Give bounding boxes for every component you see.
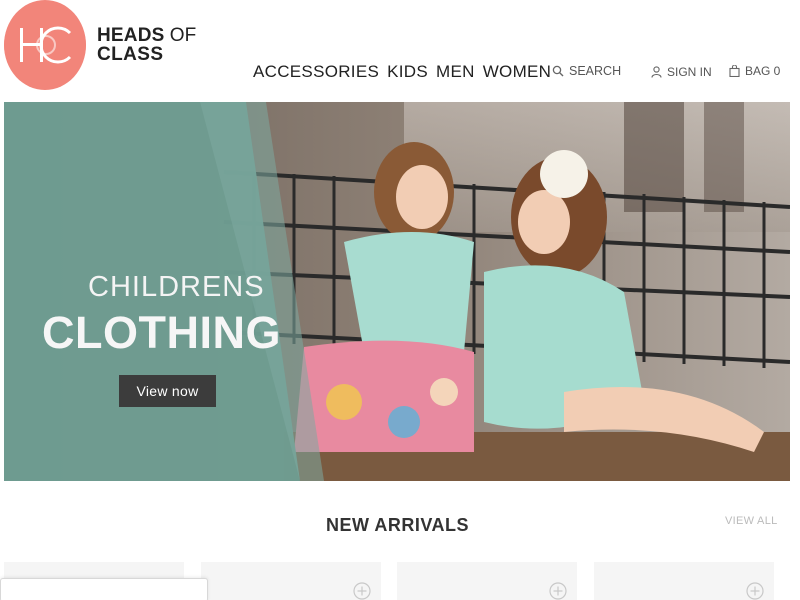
add-to-bag-icon[interactable] — [549, 582, 567, 600]
view-now-button[interactable]: View now — [119, 375, 216, 407]
product-card[interactable] — [594, 562, 774, 600]
brand-name[interactable]: HEADS OF CLASS — [97, 26, 196, 64]
bag-label: BAG 0 — [745, 64, 781, 78]
search-button[interactable]: SEARCH — [552, 64, 621, 78]
bag-link[interactable]: BAG 0 — [729, 64, 780, 78]
add-to-bag-icon[interactable] — [353, 582, 371, 600]
hero-title-line2: CLOTHING — [42, 307, 281, 358]
hero-banner[interactable]: CHILDRENS CLOTHING View now — [4, 102, 790, 481]
floating-bottom-bar[interactable] — [0, 578, 208, 600]
bag-icon — [729, 65, 740, 77]
user-icon — [651, 66, 662, 78]
product-card[interactable] — [397, 562, 577, 600]
logo[interactable] — [4, 0, 86, 90]
nav-women[interactable]: WOMEN — [483, 62, 552, 82]
site-header: HEADS OF CLASS ACCESSORIES KIDS MEN WOME… — [0, 0, 800, 100]
main-nav: ACCESSORIES KIDS MEN WOMEN — [253, 62, 551, 82]
sign-in-link[interactable]: SIGN IN — [651, 65, 712, 79]
brand-class: CLASS — [97, 44, 164, 65]
hero-title-line1: CHILDRENS — [88, 271, 265, 303]
new-arrivals-title: NEW ARRIVALS — [326, 515, 469, 535]
sign-in-label: SIGN IN — [667, 65, 712, 79]
nav-men[interactable]: MEN — [436, 62, 475, 82]
brand-heads: HEADS — [97, 25, 165, 46]
search-label: SEARCH — [569, 64, 622, 78]
product-card[interactable] — [201, 562, 381, 600]
search-icon — [552, 65, 564, 77]
view-all-link[interactable]: VIEW ALL — [725, 515, 778, 527]
brand-of: OF — [169, 25, 197, 46]
hc-monogram-icon — [4, 4, 86, 86]
add-to-bag-icon[interactable] — [746, 582, 764, 600]
nav-accessories[interactable]: ACCESSORIES — [253, 62, 379, 82]
nav-kids[interactable]: KIDS — [387, 62, 428, 82]
